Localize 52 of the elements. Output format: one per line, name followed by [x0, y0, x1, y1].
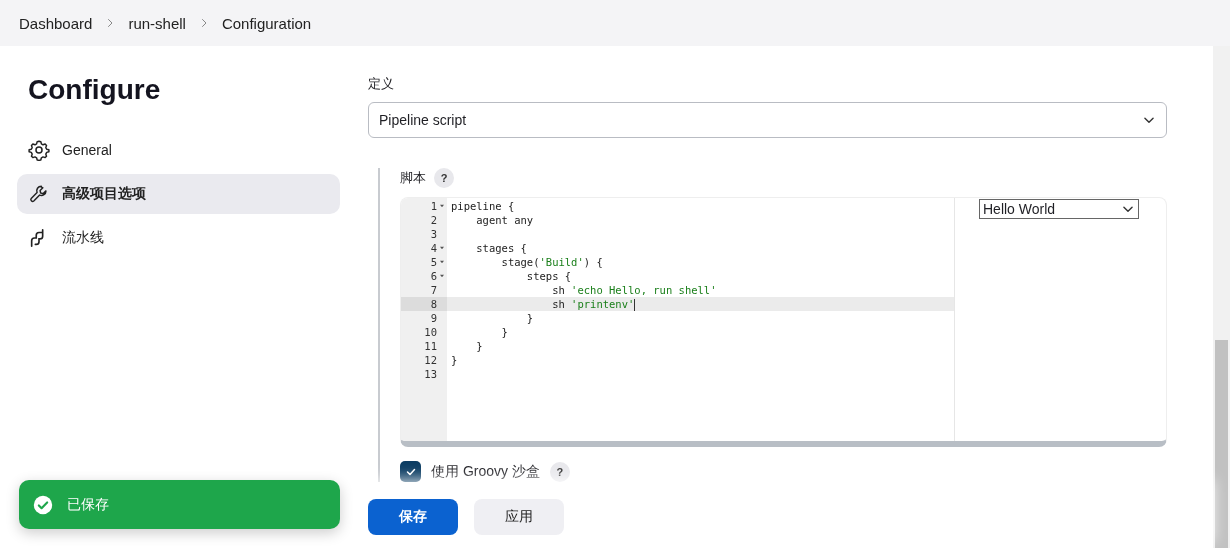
code-line: } [451, 354, 458, 366]
line-number: 1 [430, 199, 437, 213]
line-number: 8 [430, 297, 437, 311]
toast-message: 已保存 [67, 495, 109, 514]
definition-select[interactable]: Pipeline script [368, 102, 1167, 138]
field-label: 定义 [368, 75, 395, 93]
gear-icon [28, 139, 50, 161]
code-line: pipeline { [451, 200, 515, 212]
code-line: } [525, 312, 534, 324]
code-line: steps { [525, 270, 572, 282]
apply-button[interactable]: 应用 [474, 499, 564, 535]
breadcrumb-link[interactable]: Configuration [221, 14, 312, 32]
code-line: } [500, 326, 508, 338]
fold-caret-icon [439, 245, 445, 251]
check-circle-icon [33, 494, 53, 515]
line-number: 11 [424, 339, 437, 353]
breadcrumb-link[interactable]: run-shell [128, 14, 186, 32]
code-line: sh 'printenv' [551, 298, 636, 310]
sample-select[interactable]: Hello World [979, 199, 1139, 219]
line-number: 9 [430, 311, 437, 325]
sidebar-item[interactable]: General [17, 130, 340, 170]
code-line: stage('Build') { [500, 256, 603, 268]
save-button[interactable]: 保存 [368, 499, 458, 535]
breadcrumb-link[interactable]: Dashboard [19, 14, 93, 32]
code-line: agent any [475, 214, 534, 226]
code-line: sh 'echo Hello, run shell' [551, 284, 717, 296]
checkbox-label: 使用 Groovy 沙盒 [431, 462, 540, 481]
line-number: 3 [430, 227, 437, 241]
line-number: 13 [424, 367, 437, 381]
code-editor[interactable]: 1 2 3 4 5 6 7 8 9 10 11 12 13 pipeline { agent any stages { stage('Build') { steps { sh 'echo Hello, run shell' sh 'printenv' } } } } Hello World [400, 197, 1167, 447]
sidebar-item[interactable]: 流水线 [17, 218, 340, 258]
help-button[interactable]: ? [549, 461, 570, 482]
line-number: 10 [424, 325, 437, 339]
code-line: } [475, 340, 483, 352]
line-number: 4 [430, 241, 437, 255]
fold-caret-icon [439, 203, 445, 209]
field-label: 脚本 [400, 169, 426, 187]
text-cursor [634, 299, 636, 311]
scrollbar[interactable] [1213, 46, 1230, 548]
fold-caret-icon [439, 273, 445, 279]
help-button[interactable]: ? [434, 168, 454, 188]
page-title: Configure [28, 74, 162, 106]
sidebar-item[interactable]: 高级项目选项 [17, 174, 340, 214]
line-number: 2 [430, 213, 437, 227]
line-number: 7 [430, 283, 437, 297]
line-number: 5 [430, 255, 437, 269]
fold-caret-icon [439, 259, 445, 265]
line-number: 6 [430, 269, 437, 283]
line-number: 12 [424, 353, 437, 367]
checkbox[interactable] [400, 461, 421, 482]
code-line: stages { [475, 242, 527, 254]
wrench-icon [28, 183, 50, 205]
